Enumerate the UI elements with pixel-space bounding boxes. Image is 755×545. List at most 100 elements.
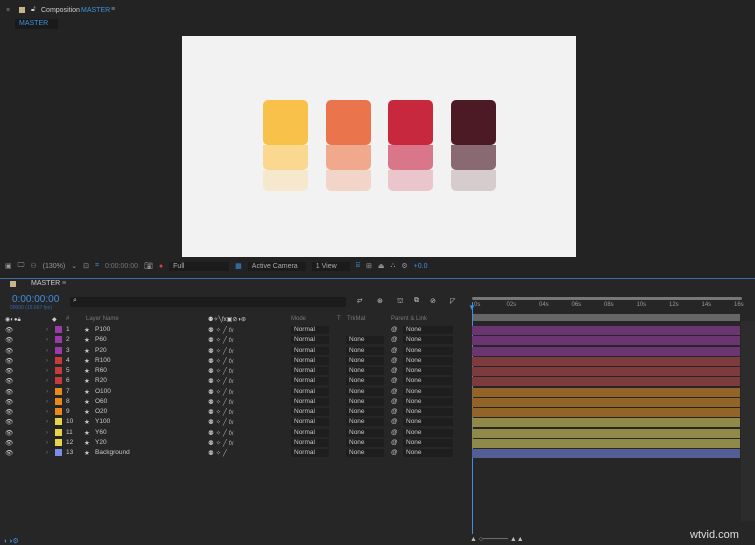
expand-chevron-icon[interactable]: › (46, 398, 48, 405)
eye-icon[interactable]: 👁︎ (5, 377, 13, 385)
pickwhip-icon[interactable]: @ (391, 418, 398, 425)
parent-select[interactable]: None (403, 356, 453, 365)
exposure-icon[interactable]: ⚙ (401, 262, 407, 270)
layer-duration-bar[interactable] (472, 449, 740, 458)
layer-duration-bar[interactable] (472, 438, 740, 448)
eye-icon[interactable]: 👁︎ (5, 347, 13, 355)
eye-icon[interactable]: 👁︎ (5, 429, 13, 437)
label-color[interactable] (55, 418, 62, 426)
chart-icon[interactable]: ◸ (450, 297, 455, 305)
expand-chevron-icon[interactable]: › (46, 336, 48, 343)
channel-icon[interactable]: ● (159, 263, 163, 270)
mode-select[interactable]: Normal (291, 428, 329, 437)
layer-name[interactable]: P100 (95, 326, 110, 333)
shy-icon[interactable]: ⊛ (377, 297, 383, 305)
trkmat-select[interactable]: None (346, 418, 384, 427)
layer-row[interactable]: 👁︎ › 1 ★ P100 ⚉ ✧ ╱ fx Normal @ None (0, 325, 470, 335)
timeline-scrollbar[interactable] (741, 321, 755, 521)
eye-icon[interactable]: 👁︎ (5, 326, 13, 334)
eye-icon[interactable]: 👁︎ (5, 388, 13, 396)
layer-duration-bar[interactable] (472, 367, 740, 376)
pickwhip-icon[interactable]: @ (391, 408, 398, 415)
layer-name[interactable]: P60 (95, 336, 107, 343)
layer-switches-icon[interactable]: ⚉ ✧ ╱ fx (208, 367, 234, 375)
motion-blur-icon[interactable]: ⧉ (414, 297, 419, 305)
layer-row[interactable]: 👁︎ › 6 ★ R20 ⚉ ✧ ╱ fx Normal None @ None (0, 376, 470, 386)
layer-switches-icon[interactable]: ⚉ ✧ ╱ fx (208, 326, 234, 334)
layer-row[interactable]: 👁︎ › 8 ★ O60 ⚉ ✧ ╱ fx Normal None @ None (0, 397, 470, 407)
playhead-handle-icon[interactable]: ▼ (468, 303, 476, 312)
expand-chevron-icon[interactable]: › (46, 418, 48, 425)
trkmat-select[interactable]: None (346, 336, 384, 345)
layer-name[interactable]: O20 (95, 408, 107, 415)
expand-chevron-icon[interactable]: › (46, 326, 48, 333)
lock-icon[interactable]: 🔓︎ (31, 6, 36, 14)
layer-duration-bar[interactable] (472, 418, 740, 428)
label-color[interactable] (55, 408, 62, 415)
layer-row[interactable]: 👁︎ › 5 ★ R60 ⚉ ✧ ╱ fx Normal None @ None (0, 366, 470, 376)
layer-name-header[interactable]: Layer Name (86, 316, 119, 322)
pickwhip-icon[interactable]: @ (391, 398, 398, 405)
label-color[interactable] (55, 356, 62, 364)
eye-icon[interactable]: 👁︎ (5, 418, 13, 426)
mode-select[interactable]: Normal (291, 397, 329, 406)
label-color[interactable] (55, 387, 62, 395)
layer-duration-bar[interactable] (472, 377, 740, 387)
label-color[interactable] (55, 326, 62, 333)
label-color[interactable] (55, 397, 62, 405)
timecode[interactable]: 0:00:00:00 (105, 263, 138, 270)
graph-editor-icon[interactable]: ⊘ (430, 297, 436, 305)
eye-icon[interactable]: 👁︎ (5, 449, 13, 457)
layer-name[interactable]: Y20 (95, 439, 107, 446)
label-color[interactable] (55, 377, 62, 385)
layer-row[interactable]: 👁︎ › 10 ★ Y100 ⚉ ✧ ╱ fx Normal None @ No… (0, 417, 470, 427)
parent-select[interactable]: None (403, 418, 453, 427)
trkmat-select[interactable]: None (346, 367, 384, 375)
pickwhip-icon[interactable]: @ (391, 347, 398, 354)
label-color[interactable] (55, 346, 62, 354)
eye-icon[interactable]: 👁︎ (5, 439, 13, 447)
grid-icon[interactable]: ⊡ (83, 262, 89, 270)
mode-select[interactable]: Normal (291, 408, 329, 416)
expand-chevron-icon[interactable]: › (46, 408, 48, 415)
mode-select[interactable]: Normal (291, 449, 329, 457)
layer-search-input[interactable] (70, 297, 346, 307)
layer-row[interactable]: 👁︎ › 3 ★ P20 ⚉ ✧ ╱ fx Normal None @ None (0, 346, 470, 356)
eye-icon[interactable]: 👁︎ (5, 408, 13, 416)
zoom-slider[interactable]: ▲ ○───── ▲▲ (470, 536, 524, 543)
trkmat-select[interactable]: None (346, 408, 384, 416)
parent-select[interactable]: None (403, 367, 453, 375)
layer-duration-bar[interactable] (472, 408, 740, 417)
label-color[interactable] (55, 438, 62, 446)
expand-chevron-icon[interactable]: › (46, 357, 48, 364)
layer-duration-bar[interactable] (472, 346, 740, 356)
trkmat-select[interactable]: None (346, 346, 384, 355)
resolution-select[interactable]: Full (169, 261, 230, 271)
chevron-down-icon[interactable]: ⌄ (71, 262, 77, 270)
trkmat-select[interactable]: None (346, 438, 384, 447)
layer-name[interactable]: R20 (95, 377, 107, 384)
parent-select[interactable]: None (403, 326, 453, 334)
view-layout-select[interactable]: 1 View (311, 261, 350, 271)
layer-duration-bar[interactable] (472, 336, 740, 346)
frame-blending-icon[interactable]: ⛫ (397, 297, 403, 306)
pickwhip-icon[interactable]: @ (391, 367, 398, 374)
mode-select[interactable]: Normal (291, 356, 329, 365)
mode-select[interactable]: Normal (291, 367, 329, 375)
toggle-pixel-icon[interactable]: ⌸ (356, 262, 360, 270)
bottom-toggles-icon[interactable]: ◐◑⚙ (4, 537, 19, 545)
pickwhip-icon[interactable]: @ (391, 336, 398, 343)
layer-switches-icon[interactable]: ⚉ ✧ ╱ fx (208, 408, 234, 416)
fast-preview-icon[interactable]: ⊞ (366, 262, 372, 270)
pickwhip-icon[interactable]: @ (391, 439, 398, 446)
camera-select[interactable]: Active Camera (247, 261, 306, 271)
parent-select[interactable]: None (403, 387, 453, 396)
layer-duration-bar[interactable] (472, 428, 740, 438)
label-color[interactable] (55, 367, 62, 374)
mode-select[interactable]: Normal (291, 336, 329, 345)
pickwhip-icon[interactable]: @ (391, 449, 398, 456)
parent-select[interactable]: None (403, 438, 453, 447)
trkmat-select[interactable]: None (346, 397, 384, 406)
panel-menu-icon[interactable]: ≡ (111, 6, 115, 13)
layer-switches-icon[interactable]: ⚉ ✧ ╱ fx (208, 398, 234, 406)
